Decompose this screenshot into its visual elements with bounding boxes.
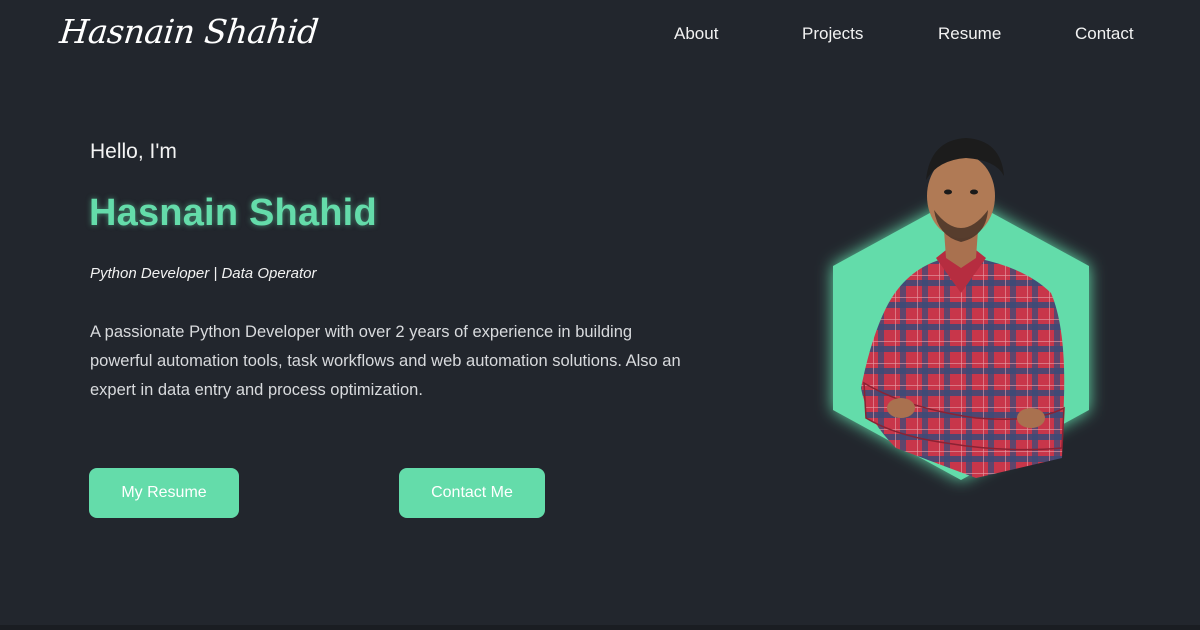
page-bottom-divider [0,625,1200,630]
profile-portrait [826,118,1096,488]
nav-link-projects[interactable]: Projects [802,24,863,44]
hero-role: Python Developer | Data Operator [90,265,317,282]
portfolio-page: Hasnain Shahid About Projects Resume Con… [0,0,1200,630]
main-nav: About Projects Resume Contact [0,24,1200,48]
nav-link-about[interactable]: About [674,24,718,44]
contact-me-button[interactable]: Contact Me [399,468,545,518]
hero-bio: A passionate Python Developer with over … [90,323,681,399]
person-portrait-icon [833,138,1089,480]
nav-link-contact[interactable]: Contact [1075,24,1134,44]
hero-name: Hasnain Shahid [89,192,377,234]
my-resume-button[interactable]: My Resume [89,468,239,518]
hero-greeting: Hello, I'm [90,140,177,163]
nav-link-resume[interactable]: Resume [938,24,1001,44]
